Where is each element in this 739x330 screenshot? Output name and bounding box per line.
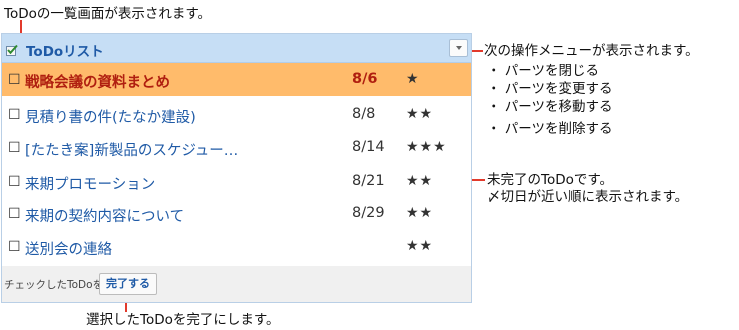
todo-priority-stars: ★★ — [406, 173, 434, 189]
todo-deadline: 8/14 — [352, 139, 385, 155]
todo-deadline: 8/21 — [352, 173, 385, 189]
todo-deadline: 8/29 — [352, 205, 385, 221]
callout-menu-item: ・ パーツを移動する — [487, 99, 613, 115]
todo-checkbox[interactable]: ☐ — [8, 239, 21, 255]
todo-priority-stars: ★★ — [406, 238, 434, 254]
todo-deadline: 8/6 — [352, 71, 378, 87]
callout-todo-line1: 未完了のToDoです。 — [487, 172, 614, 188]
todo-title-link[interactable]: 見積り書の件(たなか建設) — [25, 106, 196, 127]
panel-footer: チェックしたToDoを 完了する — [2, 266, 471, 302]
todo-deadline: 8/8 — [352, 106, 376, 122]
footer-label: チェックしたToDoを — [4, 279, 104, 291]
todo-row: ☐ 見積り書の件(たなか建設) 8/8 ★★ — [2, 98, 471, 131]
panel-header: ToDoリスト — [2, 34, 471, 63]
callout-top: ToDoの一覧画面が表示されます。 — [4, 6, 212, 22]
callout-menu-item: ・ パーツを閉じる — [487, 63, 600, 79]
todo-priority-stars: ★★★ — [406, 139, 447, 155]
todo-checkbox[interactable]: ☐ — [8, 140, 21, 156]
todo-title-link[interactable]: 送別会の連絡 — [25, 238, 112, 259]
todo-priority-stars: ★★ — [406, 205, 434, 221]
complete-button[interactable]: 完了する — [99, 273, 157, 295]
todo-row: ☐ 来期プロモーション 8/21 ★★ — [2, 165, 471, 198]
todo-row: ☐ 来期の契約内容について 8/29 ★★ — [2, 197, 471, 230]
todo-priority-stars: ★★ — [406, 106, 434, 122]
chevron-down-icon — [456, 46, 462, 50]
callout-menu-item: ・ パーツを削除する — [487, 121, 613, 137]
todo-checkbox[interactable]: ☐ — [8, 206, 21, 222]
callout-menu-item: ・ パーツを変更する — [487, 81, 613, 97]
todo-title-link[interactable]: 戦略会議の資料まとめ — [25, 71, 170, 92]
leader-line-top — [20, 20, 22, 34]
todo-title-link[interactable]: [たたき案]新製品のスケジュー… — [25, 139, 238, 160]
todo-row: ☐ 送別会の連絡 ★★ — [2, 230, 471, 263]
todo-priority-stars: ★ — [406, 71, 420, 87]
todo-checkbox[interactable]: ☐ — [8, 107, 21, 123]
todo-checkbox[interactable]: ☐ — [8, 72, 21, 88]
panel-menu-button[interactable] — [449, 39, 468, 57]
callout-menu: 次の操作メニューが表示されます。 — [484, 43, 699, 59]
callout-bottom: 選択したToDoを完了にします。 — [86, 312, 280, 328]
todo-title-link[interactable]: 来期の契約内容について — [25, 205, 184, 226]
checkbox-icon — [6, 41, 18, 56]
todo-checkbox[interactable]: ☐ — [8, 174, 21, 190]
callout-todo-line2: 〆切日が近い順に表示されます。 — [487, 189, 689, 205]
panel-title[interactable]: ToDoリスト — [26, 40, 104, 60]
todo-row: ☐ 戦略会議の資料まとめ 8/6 ★ — [2, 63, 471, 96]
todo-title-link[interactable]: 来期プロモーション — [25, 173, 155, 194]
todo-row: ☐ [たたき案]新製品のスケジュー… 8/14 ★★★ — [2, 131, 471, 164]
todo-panel: ToDoリスト ☐ 戦略会議の資料まとめ 8/6 ★ ☐ 見積り書の件(たなか建… — [1, 33, 472, 303]
